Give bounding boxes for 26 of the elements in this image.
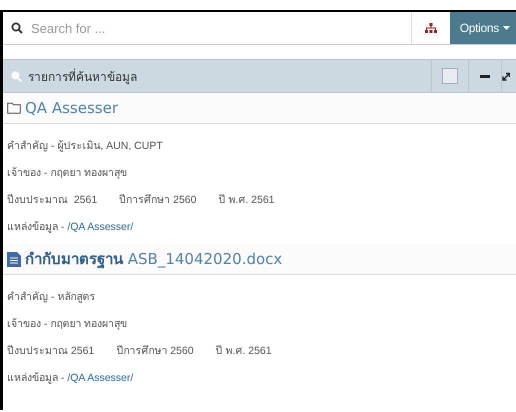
options-button[interactable]: Options [450, 12, 516, 44]
source-label: แหล่งข้อมูล - [7, 371, 66, 386]
folder-icon [7, 102, 21, 114]
year-text: ปี พ.ศ. 2561 [216, 344, 272, 359]
owner-text: เจ้าของ - กฤตยา ทองผาสุข [7, 317, 128, 332]
minimize-icon[interactable] [480, 74, 490, 78]
checkbox[interactable] [442, 68, 458, 84]
result-title[interactable]: QA Assesser [25, 99, 118, 117]
document-icon [7, 252, 21, 266]
year-text: ปี พ.ศ. 2561 [218, 193, 275, 208]
caret-icon [503, 26, 510, 30]
year-text: ปีการศึกษา 2560 [119, 193, 196, 208]
owner-text: เจ้าของ - กฤตยา ทองผาสุข [7, 166, 128, 181]
search-icon [11, 22, 23, 34]
year-text: ปีงบประมาณ 2561 [7, 193, 98, 208]
panel-title: รายการที่ค้นหาข้อมูล [28, 68, 138, 86]
sitemap-icon[interactable] [424, 22, 437, 34]
source-label: แหล่งข้อมูล - [7, 220, 66, 235]
source-link[interactable]: /QA Assesser/ [67, 220, 134, 232]
year-text: ปีงบประมาณ 2561 [7, 344, 94, 359]
source-link[interactable]: /QA Assesser/ [67, 372, 134, 384]
expand-icon[interactable] [502, 72, 510, 80]
keywords-text: คำสำคัญ - หลักสูตร [7, 290, 96, 305]
zoom-icon [11, 70, 22, 82]
keywords-text: คำสำคัญ - ผู้ประเมิน, AUN, CUPT [7, 139, 163, 154]
year-text: ปีการศึกษา 2560 [116, 344, 194, 359]
